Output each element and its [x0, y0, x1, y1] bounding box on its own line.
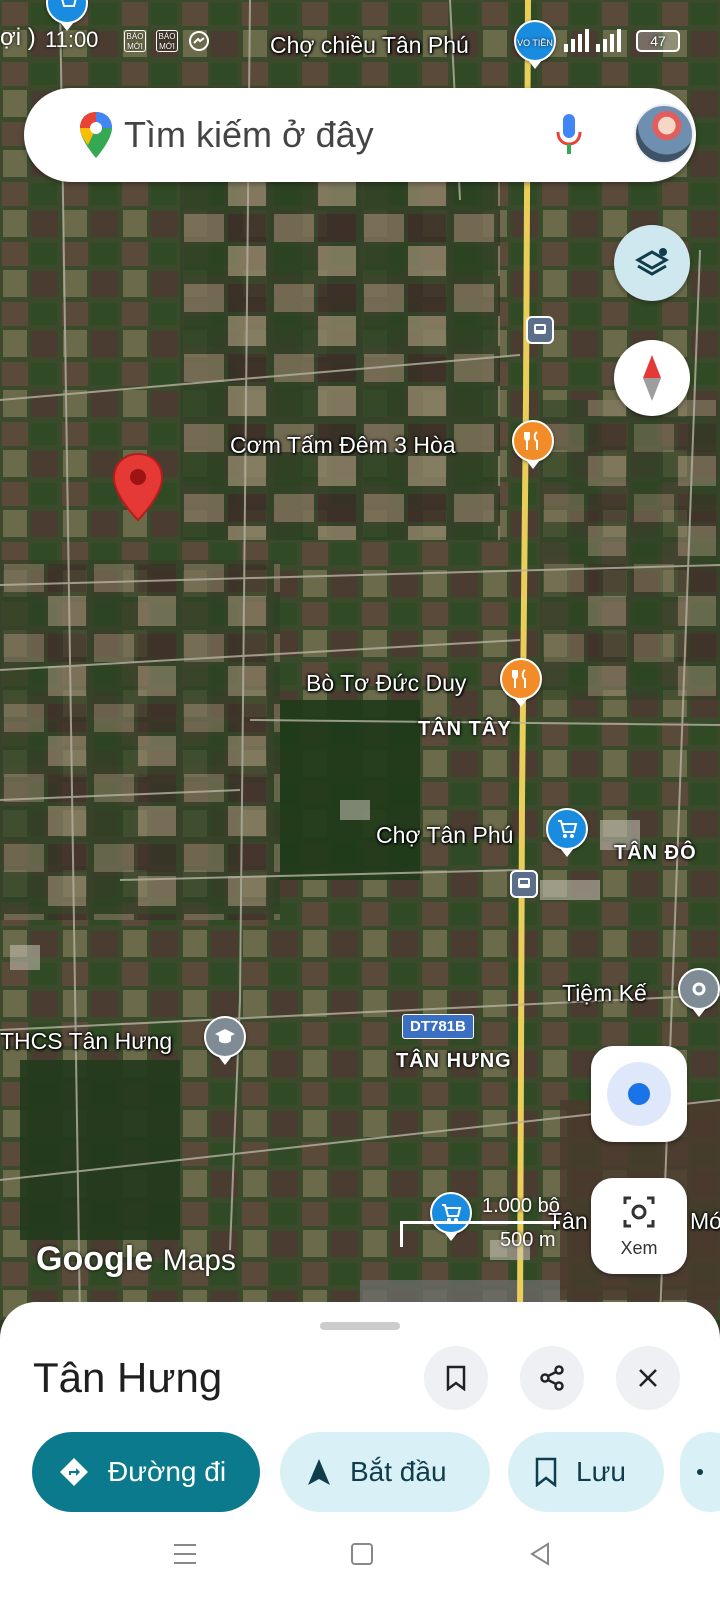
- layers-button[interactable]: [614, 225, 690, 301]
- area-label-tan-hung: TÂN HƯNG: [396, 1050, 512, 1072]
- microphone-icon[interactable]: [554, 112, 584, 158]
- vo-tien-badge: VO TIỀN: [514, 20, 556, 62]
- poi-label-tiem-ke[interactable]: Tiệm Kế: [562, 980, 647, 1007]
- google-maps-pin-icon: [80, 112, 112, 158]
- area-label-tan-dong: TÂN ĐÔ: [614, 842, 697, 864]
- signal-icon: [596, 28, 621, 52]
- navigation-arrow-icon: [308, 1459, 330, 1485]
- place-icon[interactable]: [678, 968, 720, 1010]
- save-label: Lưu: [576, 1456, 626, 1487]
- back-icon[interactable]: [528, 1542, 552, 1566]
- restaurant-icon[interactable]: [512, 420, 554, 462]
- scale-tick: [400, 1221, 403, 1247]
- system-nav-bar: [0, 1510, 720, 1608]
- start-button[interactable]: Bắt đầu: [280, 1432, 490, 1512]
- school-icon[interactable]: [204, 1016, 246, 1058]
- poi-label-mot[interactable]: Mót: [690, 1208, 720, 1235]
- logo-maps-text: Maps: [162, 1244, 236, 1277]
- xem-label: Xem: [620, 1238, 658, 1258]
- avatar[interactable]: [634, 104, 694, 164]
- poi-label-bo-to-duc-duy[interactable]: Bò Tơ Đức Duy: [306, 670, 466, 697]
- home-icon[interactable]: [350, 1542, 374, 1566]
- bus-stop-icon[interactable]: [526, 316, 554, 344]
- messenger-icon: [189, 31, 209, 51]
- place-title: Tân Hưng: [33, 1354, 223, 1401]
- directions-icon: [60, 1458, 88, 1486]
- compass-button[interactable]: [614, 340, 690, 416]
- more-icon: [697, 1469, 703, 1475]
- poi-label-thcs-tan-hung[interactable]: THCS Tân Hưng: [0, 1028, 172, 1055]
- sheet-drag-handle[interactable]: [320, 1322, 400, 1330]
- bookmark-icon: [535, 1457, 557, 1487]
- my-location-icon: [607, 1062, 671, 1126]
- menu-icon[interactable]: [172, 1542, 198, 1566]
- signal-icon: [564, 28, 589, 52]
- compass-icon: [643, 355, 661, 401]
- road-badge: DT781B: [402, 1014, 474, 1039]
- battery-indicator: 47: [636, 30, 680, 52]
- scale-top-label: 1.000 bộ: [482, 1195, 560, 1217]
- poi-label-cho-tan-phu[interactable]: Chợ Tân Phú: [376, 822, 513, 849]
- shopping-cart-icon[interactable]: [546, 808, 588, 850]
- status-bar: ợi ) 11:00 BÁO MỚI BÁO MỚI VO TIỀN 47: [0, 20, 720, 62]
- xem-button[interactable]: Xem: [591, 1178, 687, 1274]
- search-bar[interactable]: Tìm kiếm ở đây: [24, 88, 696, 182]
- bookmark-icon: [446, 1365, 466, 1391]
- bookmark-button[interactable]: [424, 1346, 488, 1410]
- bao-moi-icon: BÁO MỚI: [124, 30, 146, 52]
- scale-bar: [400, 1221, 560, 1224]
- google-maps-logo: Google Maps: [36, 1240, 236, 1279]
- logo-google-text: Google: [36, 1240, 154, 1278]
- map-scale: 1.000 bộ 500 m: [400, 1195, 560, 1255]
- area-label-tan-tay: TÂN TÂY: [418, 718, 512, 740]
- save-button[interactable]: Lưu: [508, 1432, 664, 1512]
- directions-button[interactable]: Đường đi: [32, 1432, 260, 1512]
- close-button[interactable]: [616, 1346, 680, 1410]
- close-icon: [639, 1369, 657, 1387]
- layers-icon: [634, 248, 670, 276]
- scale-bottom-label: 500 m: [500, 1229, 556, 1251]
- restaurant-icon[interactable]: [500, 658, 542, 700]
- my-location-button[interactable]: [591, 1046, 687, 1142]
- search-input[interactable]: Tìm kiếm ở đây: [124, 114, 374, 156]
- share-icon: [540, 1365, 564, 1391]
- red-location-pin-icon[interactable]: [112, 452, 164, 522]
- share-button[interactable]: [520, 1346, 584, 1410]
- bus-stop-icon[interactable]: [510, 870, 538, 898]
- start-label: Bắt đầu: [350, 1456, 447, 1487]
- camera-lens-icon: [623, 1196, 655, 1228]
- status-left-fragment: ợi ): [0, 24, 36, 51]
- more-actions-chip[interactable]: [680, 1432, 720, 1512]
- bao-moi-icon: BÁO MỚI: [156, 30, 178, 52]
- directions-label: Đường đi: [108, 1456, 227, 1487]
- poi-label-com-tam[interactable]: Cơm Tấm Đêm 3 Hòa: [230, 432, 456, 459]
